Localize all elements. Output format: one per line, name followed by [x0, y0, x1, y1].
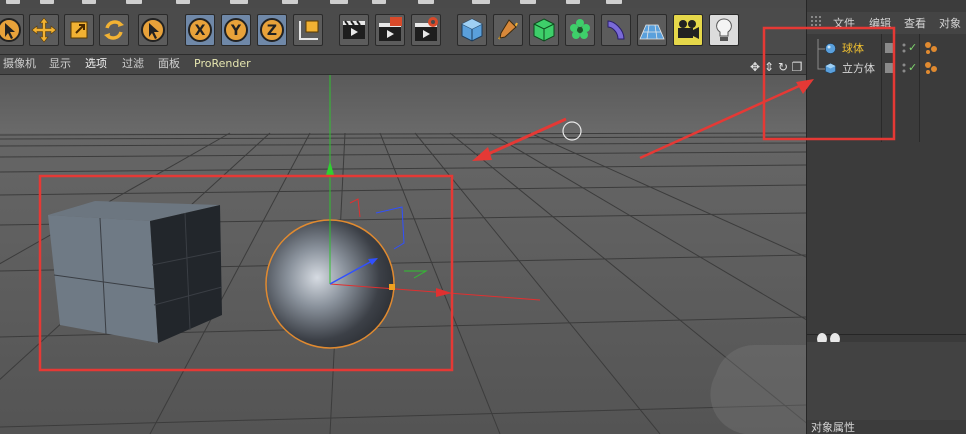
sphere-object-icon — [825, 43, 836, 54]
pen-spline-button[interactable] — [493, 14, 523, 46]
enabled-check-icon[interactable]: ✓ — [908, 61, 917, 75]
render-view-icon — [343, 20, 365, 39]
camera-icon — [678, 20, 699, 39]
render-picture-viewer-button[interactable] — [375, 14, 405, 46]
grip-icon[interactable] — [811, 16, 823, 28]
object-list[interactable] — [807, 34, 966, 334]
menu-options[interactable]: 选项 — [85, 57, 107, 71]
live-select-button[interactable] — [0, 14, 24, 46]
subdivision-surface-button[interactable] — [529, 14, 559, 46]
x-axis-lock-button[interactable]: X — [185, 14, 215, 46]
pen-spline-icon — [498, 19, 518, 40]
render-settings-button[interactable] — [411, 14, 441, 46]
coordinate-system-icon — [299, 20, 319, 40]
light-button[interactable] — [709, 14, 739, 46]
material-tag-icon[interactable] — [924, 41, 940, 55]
rotate-button[interactable] — [99, 14, 129, 46]
object-row-cube[interactable]: 立方体 ✓ — [807, 59, 966, 79]
scale-button[interactable] — [64, 14, 94, 46]
live-select-icon — [0, 18, 21, 42]
orbit-icon[interactable]: ↻ — [776, 59, 790, 75]
menu-display[interactable]: 显示 — [49, 57, 71, 71]
y-axis-lock-icon: Y — [224, 18, 248, 42]
camera-button[interactable] — [673, 14, 703, 46]
cube-object-icon — [825, 63, 836, 74]
subdivision-surface-icon — [533, 18, 555, 42]
menu-prorender[interactable]: ProRender — [194, 57, 251, 71]
viewport-scene[interactable] — [0, 75, 806, 434]
menu-filter[interactable]: 过滤 — [122, 57, 144, 71]
rotate-icon — [104, 20, 124, 40]
cinema4d-window: X Y Z 摄像机 显示 选项 过滤 面板 ProRender ✥ ⇕ ↻ ❐ … — [0, 0, 966, 434]
cube-primitive-button[interactable] — [457, 14, 487, 46]
x-axis-lock-icon: X — [188, 18, 212, 42]
object-manager-menu: 文件 编辑 查看 对象 — [807, 12, 966, 34]
layer-color-swatch[interactable] — [885, 43, 895, 53]
pan-icon[interactable]: ✥ — [748, 59, 762, 75]
render-picture-viewer-icon — [379, 17, 402, 41]
light-icon — [716, 18, 732, 41]
attributes-area — [807, 342, 966, 420]
om-menu-object[interactable]: 对象 — [939, 17, 961, 31]
cube-primitive-icon — [461, 18, 483, 42]
visibility-dots-icon[interactable] — [901, 42, 907, 54]
om-menu-file[interactable]: 文件 — [833, 17, 855, 31]
main-toolbar: X Y Z — [0, 8, 806, 55]
menu-camera[interactable]: 摄像机 — [3, 57, 36, 71]
bend-deformer-button[interactable] — [601, 14, 631, 46]
recent-tool-button[interactable] — [138, 14, 168, 46]
layer-color-swatch[interactable] — [885, 63, 895, 73]
render-settings-icon — [415, 17, 438, 41]
y-axis-label: Y — [230, 23, 242, 39]
dolly-icon[interactable]: ⇕ — [762, 59, 776, 75]
top-menu-strip — [0, 0, 806, 8]
coordinate-system-button[interactable] — [293, 14, 323, 46]
move-icon — [31, 17, 57, 43]
visibility-dots-icon[interactable] — [901, 62, 907, 74]
material-tag-icon[interactable] — [924, 61, 940, 75]
y-axis-lock-button[interactable]: Y — [221, 14, 251, 46]
z-axis-lock-icon: Z — [260, 18, 284, 42]
object-row-sphere[interactable]: 球体 ✓ — [807, 39, 966, 59]
om-menu-view[interactable]: 查看 — [904, 17, 926, 31]
enabled-check-icon[interactable]: ✓ — [908, 41, 917, 55]
navigation-hud — [710, 344, 806, 434]
viewport-nav-icons: ✥ ⇕ ↻ ❐ — [748, 56, 804, 75]
cloner-icon — [570, 19, 590, 39]
tree-line — [817, 39, 825, 59]
move-button[interactable] — [29, 14, 59, 46]
x-axis-label: X — [195, 23, 206, 39]
floor-button[interactable] — [637, 14, 667, 46]
bend-deformer-icon — [607, 20, 625, 40]
render-view-button[interactable] — [339, 14, 369, 46]
recent-tool-icon — [141, 18, 165, 42]
object-manager-panel: 文件 编辑 查看 对象 球体 ✓ 立方体 ✓ 对象属性 — [806, 0, 966, 434]
menu-panel[interactable]: 面板 — [158, 57, 180, 71]
scale-icon — [70, 21, 88, 39]
z-axis-lock-button[interactable]: Z — [257, 14, 287, 46]
maximize-icon[interactable]: ❐ — [790, 59, 804, 75]
viewport-menu-bar: 摄像机 显示 选项 过滤 面板 ProRender ✥ ⇕ ↻ ❐ — [0, 55, 806, 75]
object-name[interactable]: 球体 — [842, 42, 864, 56]
3d-viewport[interactable] — [0, 75, 806, 434]
object-name[interactable]: 立方体 — [842, 62, 875, 76]
z-axis-label: Z — [267, 23, 277, 39]
tree-line — [817, 59, 825, 70]
om-menu-edit[interactable]: 编辑 — [869, 17, 891, 31]
floor-icon — [639, 24, 665, 40]
cloner-button[interactable] — [565, 14, 595, 46]
cube-object[interactable] — [48, 201, 223, 343]
attributes-title: 对象属性 — [811, 421, 855, 434]
